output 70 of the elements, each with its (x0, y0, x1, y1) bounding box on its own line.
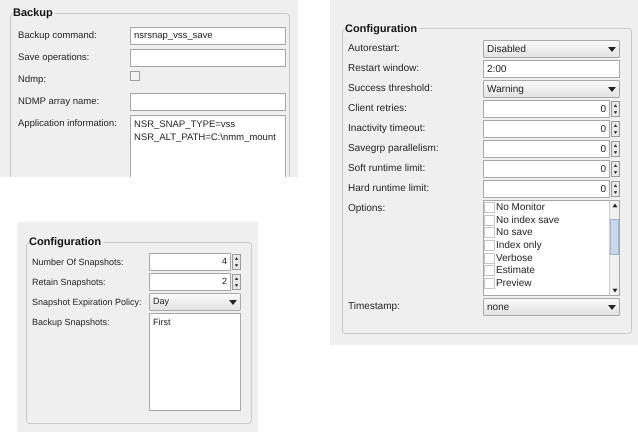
number-field[interactable]: 4 (149, 253, 231, 271)
text-line: NSR_ALT_PATH=C:\nmm_mount (134, 131, 277, 144)
field-label: Options: (348, 202, 386, 216)
option-label: No index save (496, 214, 560, 228)
text-line: First (153, 316, 172, 329)
checkbox[interactable] (484, 227, 495, 238)
field-label: Success threshold: (348, 82, 434, 96)
scrollbar[interactable] (609, 201, 619, 295)
caret-icon (608, 86, 616, 92)
checkbox[interactable] (484, 265, 495, 276)
caret-icon (229, 300, 237, 304)
spin-arrows-icon[interactable] (232, 274, 241, 290)
spin-arrows-icon[interactable] (611, 121, 620, 137)
field-label: Client retries: (348, 102, 408, 116)
text-line: NSR_SNAP_TYPE=vss (134, 118, 236, 131)
group-title: Backup (13, 5, 55, 22)
option-label: No Monitor (496, 200, 545, 215)
field-label: NDMP array name: (18, 95, 100, 109)
text-area[interactable]: NSR_SNAP_TYPE=vss NSR_ALT_PATH=C:\nmm_mount (130, 115, 286, 177)
text-field[interactable]: nsrsnap_vss_save (130, 27, 286, 45)
field-label: Save operations: (18, 51, 90, 65)
spin-arrows-icon[interactable] (611, 181, 620, 197)
option-label: Preview (496, 276, 532, 291)
field-label: Inactivity timeout: (348, 122, 426, 136)
dropdown[interactable]: Disabled (483, 40, 620, 58)
checkbox[interactable] (484, 252, 495, 264)
caret-icon (608, 304, 616, 310)
text-field[interactable]: 2:00 (483, 60, 620, 78)
number-field[interactable]: 0 (483, 160, 610, 178)
dropdown[interactable]: Warning (483, 80, 620, 98)
checkbox[interactable] (484, 278, 495, 289)
text-area[interactable]: First (149, 313, 241, 411)
group-title: Configuration (345, 21, 420, 38)
field-label: Hard runtime limit: (348, 182, 430, 196)
caret-icon (608, 46, 616, 52)
field-label: Soft runtime limit: (348, 162, 426, 176)
field-label: Restart window: (348, 62, 420, 76)
group-title: Configuration (29, 234, 104, 250)
field-label: Savegrp parallelism: (348, 142, 440, 156)
options-list[interactable]: No Monitor No index save No save Index only Verbose Estimate Preview (483, 200, 620, 296)
number-field[interactable]: 0 (483, 140, 610, 158)
checkbox[interactable] (130, 71, 140, 81)
field-label: Timestamp: (348, 300, 401, 314)
field-label: Ndmp: (18, 73, 47, 87)
option-label: No save (496, 226, 533, 240)
dropdown[interactable]: Day (149, 293, 241, 311)
checkbox[interactable] (484, 214, 495, 226)
number-field[interactable]: 2 (149, 273, 231, 291)
option-label: Verbose (496, 252, 533, 266)
spin-arrows-icon[interactable] (232, 254, 241, 270)
checkbox[interactable] (484, 202, 495, 213)
field-label: Number Of Snapshots: (32, 256, 125, 269)
field-label: Retain Snapshots: (32, 276, 107, 289)
field-label: Autorestart: (348, 42, 401, 56)
spin-arrows-icon[interactable] (611, 101, 620, 117)
option-label: Index only (496, 238, 542, 253)
option-label: Estimate (496, 264, 535, 278)
text-field[interactable] (130, 93, 286, 111)
number-field[interactable]: 0 (483, 100, 610, 118)
field-label: Backup command: (18, 29, 98, 43)
spin-arrows-icon[interactable] (611, 141, 620, 157)
dropdown[interactable]: none (483, 298, 620, 316)
number-field[interactable]: 0 (483, 180, 610, 198)
field-label: Snapshot Expiration Policy: (32, 296, 143, 309)
text-field[interactable] (130, 49, 286, 67)
number-field[interactable]: 0 (483, 120, 610, 138)
spin-arrows-icon[interactable] (611, 161, 620, 177)
checkbox[interactable] (484, 240, 495, 251)
field-label: Backup Snapshots: (32, 316, 111, 329)
field-label: Application information: (18, 117, 118, 131)
